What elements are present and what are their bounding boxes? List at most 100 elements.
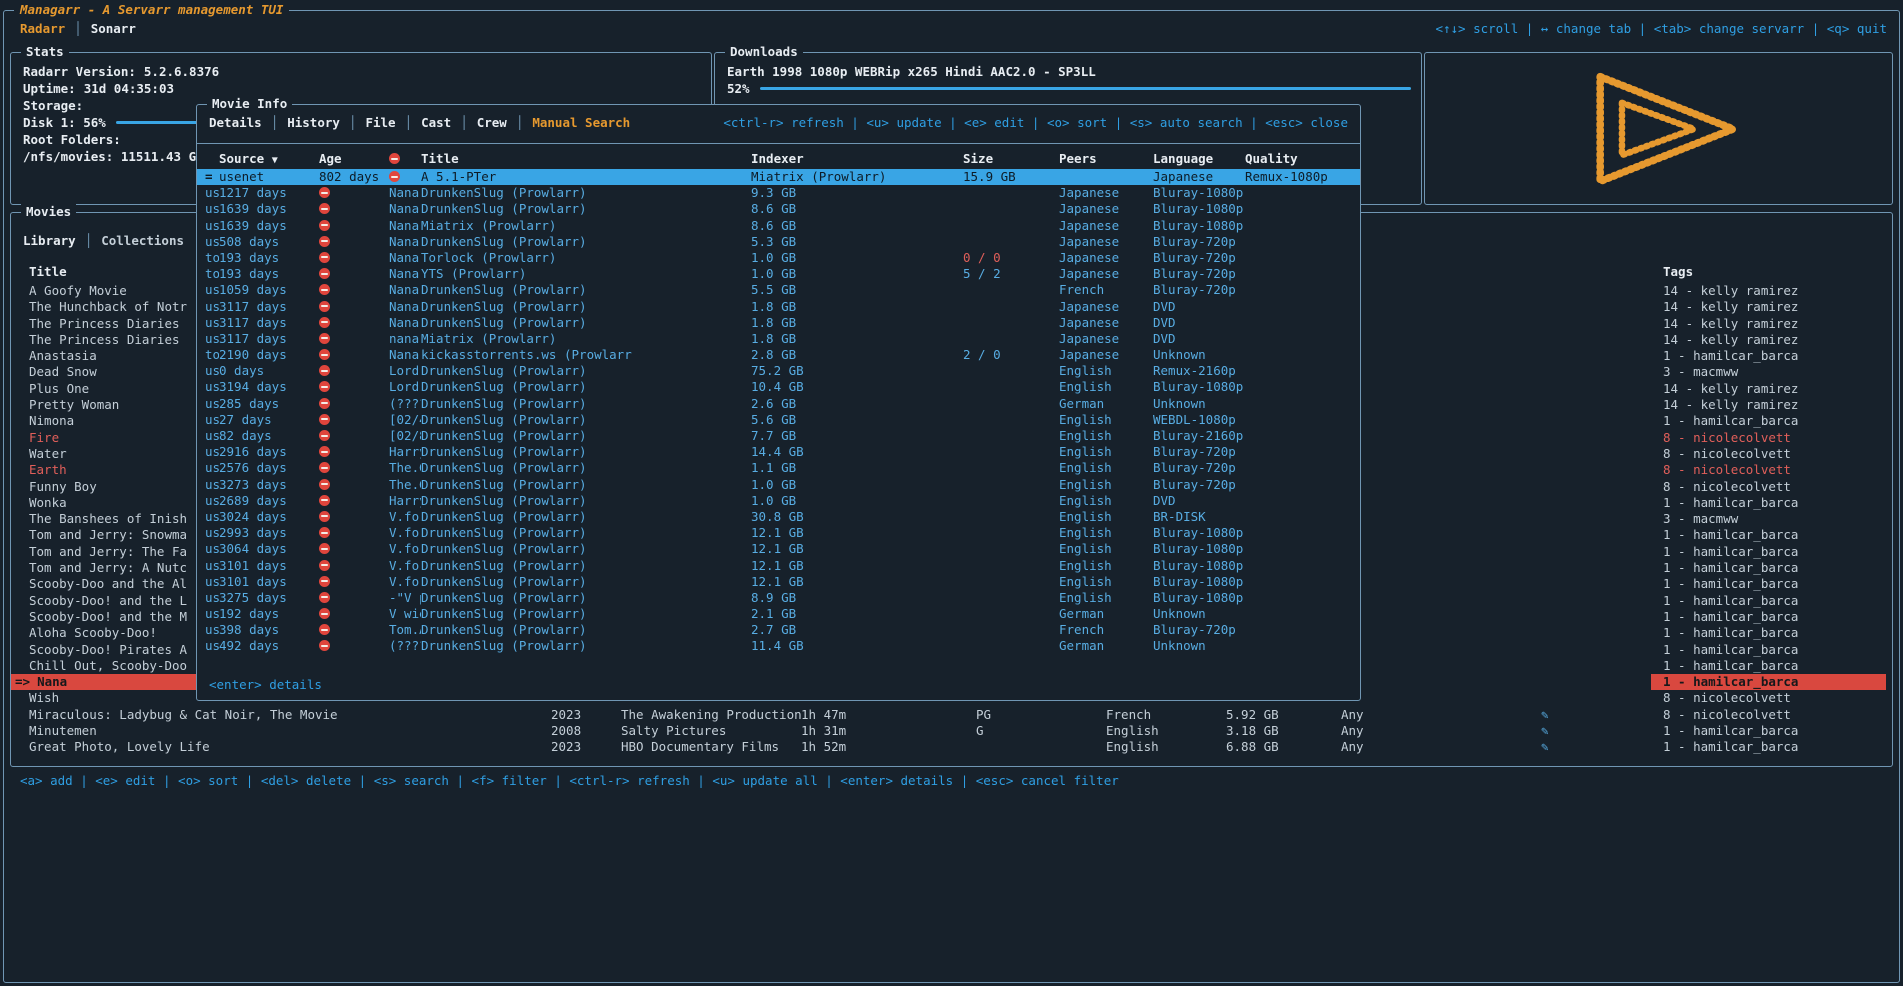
release-peers	[963, 574, 1059, 590]
header-age[interactable]: Age	[319, 151, 389, 167]
movie-tags-cell: 14 - kelly ramirez	[1651, 332, 1892, 348]
release-rejected	[319, 444, 389, 460]
tab-crew[interactable]: Crew	[477, 115, 507, 130]
search-result-row[interactable]: usenet 3273 days The.Goblet.Of.Fire.2005…	[197, 477, 1360, 493]
release-title: V wie Vendetta - 2005 - german - der sir…	[389, 606, 421, 622]
tab-collections[interactable]: Collections	[101, 233, 184, 248]
blocked-icon	[319, 430, 330, 441]
search-result-row[interactable]: usenet 192 days V wie Vendetta - 2005 - …	[197, 606, 1360, 622]
tab-details[interactable]: Details	[209, 115, 262, 130]
search-result-row[interactable]: usenet 1059 days Nana.2005.FRENCH.720p.B…	[197, 282, 1360, 298]
header-language[interactable]: Language	[1153, 151, 1245, 167]
release-peers	[963, 525, 1059, 541]
movie-profile	[1341, 364, 1541, 380]
search-result-row[interactable]: usenet 3101 days V.for.Vendetta.2005.108…	[197, 574, 1360, 590]
search-result-row[interactable]: usenet 2576 days The.Goblet.Of.Fire.BluR…	[197, 460, 1360, 476]
release-indexer: Miatrix (Prowlarr)	[421, 218, 751, 234]
search-result-row[interactable]: usenet 2689 days Harry.Potter.and.the.Go…	[197, 493, 1360, 509]
search-result-row[interactable]: usenet 3117 days Nana.2005.DVDRip.XviD.A…	[197, 299, 1360, 315]
release-indexer: DrunkenSlug (Prowlarr)	[421, 444, 751, 460]
release-age: 1639 days	[219, 201, 319, 217]
search-result-row[interactable]: usenet 1217 days Nana.2005.REPACK.1080p.…	[197, 185, 1360, 201]
search-result-row[interactable]: usenet 82 days [02/83] "Harry.Potter.and…	[197, 428, 1360, 444]
movie-title: Tom and Jerry: The Fa	[29, 544, 187, 559]
release-source: usenet	[205, 541, 219, 557]
tab-library[interactable]: Library	[23, 233, 76, 248]
stats-panel-title: Stats	[21, 44, 69, 60]
release-quality: WEBDL-1080p	[1153, 412, 1245, 428]
header-quality[interactable]: Quality	[1245, 151, 1352, 167]
search-result-row[interactable]: => usenet 802 days A 5.1-PTer Miatrix (P…	[197, 169, 1360, 185]
release-source: usenet	[205, 299, 219, 315]
release-age: 193 days	[219, 266, 319, 282]
monitored-icon	[1541, 527, 1651, 543]
search-result-row[interactable]: usenet 492 days (????) [01/65] - "Miss U…	[197, 638, 1360, 654]
release-language: English	[1059, 590, 1153, 606]
release-title: V.for.Vendetta.2005.1080p.BluRay.DTS.x26…	[389, 541, 421, 557]
release-source: usenet	[205, 363, 219, 379]
search-result-row[interactable]: torrent 2190 days Nana (2005) kickasstor…	[197, 347, 1360, 363]
release-title: Nana.2005.REPACK.720p.BluRay.DTS.5.1.x26…	[389, 234, 421, 250]
release-title: [02/44] "Transporter 2.2005.1080P.DSNP.W…	[389, 412, 421, 428]
tab-sonarr[interactable]: Sonarr	[91, 21, 136, 36]
search-result-row[interactable]: usenet 508 days Nana.2005.REPACK.720p.Bl…	[197, 234, 1360, 250]
search-result-row[interactable]: usenet 2993 days V.for.Vendetta.2005.108…	[197, 525, 1360, 541]
tab-separator	[74, 21, 82, 36]
movie-studio: HBO Documentary Films	[621, 739, 801, 755]
search-result-row[interactable]: usenet 27 days [02/44] "Transporter 2.20…	[197, 412, 1360, 428]
header-source[interactable]: Source ▼	[219, 151, 319, 167]
movie-row[interactable]: Miraculous: Ladybug & Cat Noir, The Movi…	[11, 707, 1892, 723]
release-source: usenet	[205, 558, 219, 574]
movie-tags: 1 - hamilcar_barca	[1663, 348, 1798, 363]
search-result-row[interactable]: usenet 2916 days Harry.Potter.and.the.Go…	[197, 444, 1360, 460]
search-result-row[interactable]: usenet 0 days Lord.of.War.2005.2160p.Blu…	[197, 363, 1360, 379]
search-result-row[interactable]: usenet 3275 days -"V pour vendetta.2005.…	[197, 590, 1360, 606]
search-result-row[interactable]: usenet 3194 days Lord.of.War.2005.1080p.…	[197, 379, 1360, 395]
release-age: 3101 days	[219, 574, 319, 590]
tab-history[interactable]: History	[287, 115, 340, 130]
search-table-header[interactable]: Source ▼ Age Title Indexer Size Peers La…	[197, 151, 1360, 167]
movie-row[interactable]: Great Photo, Lovely Life 2023 HBO Docume…	[11, 739, 1892, 755]
tab-separator	[349, 115, 357, 130]
search-result-row[interactable]: usenet 1639 days Nana.2005.REPACK.1080p.…	[197, 218, 1360, 234]
release-title: Nana.2005.REPACK.1080p.Blu-ray.DTS-HD.MA…	[389, 201, 421, 217]
search-result-row[interactable]: usenet 398 days Tom.And.Jerry.The.Fast.A…	[197, 622, 1360, 638]
search-result-row[interactable]: usenet 3117 days nana.2005.dvdrip.xvid.f…	[197, 331, 1360, 347]
release-language: Japanese	[1059, 201, 1153, 217]
movie-tags: 1 - hamilcar_barca	[1663, 609, 1798, 624]
movie-tags: 14 - kelly ramirez	[1663, 299, 1798, 314]
movie-info-title: Movie Info	[207, 96, 292, 112]
search-result-row[interactable]: usenet 3024 days V.for.Vendetta.2005.Blu…	[197, 509, 1360, 525]
release-source: usenet	[205, 331, 219, 347]
search-result-row[interactable]: usenet 3101 days V.for.Vendetta.2005.108…	[197, 558, 1360, 574]
search-result-row[interactable]: usenet 1639 days Nana.2005.REPACK.1080p.…	[197, 201, 1360, 217]
search-result-row[interactable]: torrent 193 days Nana (2005) [REPACK] [7…	[197, 250, 1360, 266]
search-result-row[interactable]: usenet 285 days (????) [01/34] - "Lord o…	[197, 396, 1360, 412]
header-rejected[interactable]	[389, 151, 421, 167]
search-result-row[interactable]: usenet 3117 days Nana.2005.DVDRip.XviD.A…	[197, 315, 1360, 331]
movie-row[interactable]: Minutemen 2008 Salty Pictures 1h 31m G E…	[11, 723, 1892, 739]
movie-title: Scooby-Doo! and the L	[29, 593, 187, 608]
search-result-row[interactable]: usenet 3064 days V.for.Vendetta.2005.108…	[197, 541, 1360, 557]
monitored-icon	[1541, 511, 1651, 527]
tab-file[interactable]: File	[365, 115, 395, 130]
monitored-icon	[1541, 332, 1651, 348]
release-quality: DVD	[1153, 331, 1245, 347]
tab-cast[interactable]: Cast	[421, 115, 451, 130]
header-size[interactable]: Size	[963, 151, 1059, 167]
movie-year: 2023	[551, 707, 621, 723]
release-age: 3101 days	[219, 558, 319, 574]
release-quality: Remux-2160p	[1153, 363, 1245, 379]
header-title[interactable]: Title	[421, 151, 751, 167]
download-item-title: Earth 1998 1080p WEBRip x265 Hindi AAC2.…	[727, 63, 1411, 80]
tab-radarr[interactable]: Radarr	[20, 21, 65, 36]
search-result-row[interactable]: torrent 193 days Nana (2005) 720p BRRip …	[197, 266, 1360, 282]
header-peers[interactable]: Peers	[1059, 151, 1153, 167]
header-indexer[interactable]: Indexer	[751, 151, 963, 167]
release-peers	[963, 477, 1059, 493]
tab-manual-search[interactable]: Manual Search	[532, 115, 630, 130]
monitored-icon	[1541, 381, 1651, 397]
movies-header-tags[interactable]: Tags	[1651, 263, 1892, 280]
keyboard-hints-bottom: <a> add | <e> edit | <o> sort | <del> de…	[20, 772, 1119, 790]
release-indexer: YTS (Prowlarr)	[421, 266, 751, 282]
